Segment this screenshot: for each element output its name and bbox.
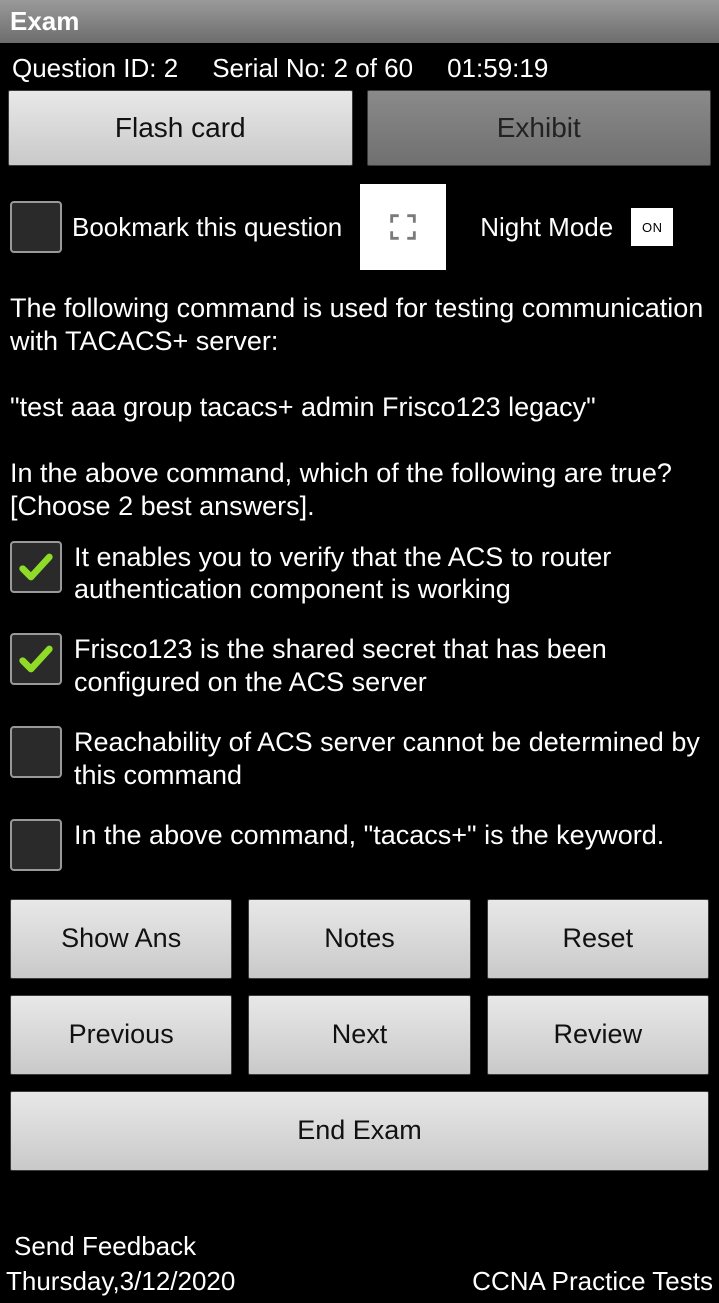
check-icon bbox=[16, 639, 56, 679]
answer-row: In the above command, "tacacs+" is the k… bbox=[10, 819, 709, 871]
answer-row: Reachability of ACS server cannot be det… bbox=[10, 726, 709, 791]
answers-list: It enables you to verify that the ACS to… bbox=[0, 523, 719, 871]
notes-button[interactable]: Notes bbox=[248, 899, 470, 979]
show-ans-button[interactable]: Show Ans bbox=[10, 899, 232, 979]
timer: 01:59:19 bbox=[447, 53, 548, 84]
answer-text: Reachability of ACS server cannot be det… bbox=[74, 726, 709, 791]
question-id: Question ID: 2 bbox=[12, 53, 178, 84]
night-mode-toggle[interactable]: ON bbox=[631, 208, 673, 246]
answer-checkbox[interactable] bbox=[10, 633, 62, 685]
review-button[interactable]: Review bbox=[487, 995, 709, 1075]
action-row-1: Show Ans Notes Reset bbox=[0, 899, 719, 979]
options-row: Bookmark this question Night Mode ON bbox=[0, 166, 719, 270]
fullscreen-button[interactable] bbox=[360, 184, 446, 270]
previous-button[interactable]: Previous bbox=[10, 995, 232, 1075]
next-button[interactable]: Next bbox=[248, 995, 470, 1075]
bookmark-checkbox[interactable] bbox=[10, 201, 62, 253]
bookmark-label: Bookmark this question bbox=[72, 212, 342, 243]
flash-card-button[interactable]: Flash card bbox=[8, 90, 353, 166]
answer-checkbox[interactable] bbox=[10, 819, 62, 871]
meta-row: Question ID: 2 Serial No: 2 of 60 01:59:… bbox=[0, 43, 719, 90]
exhibit-button[interactable]: Exhibit bbox=[367, 90, 712, 166]
send-feedback-link[interactable]: Send Feedback bbox=[4, 1231, 715, 1266]
end-exam-button[interactable]: End Exam bbox=[10, 1091, 709, 1171]
answer-checkbox[interactable] bbox=[10, 541, 62, 593]
answer-text: Frisco123 is the shared secret that has … bbox=[74, 633, 709, 698]
action-row-2: Previous Next Review bbox=[0, 995, 719, 1075]
answer-text: In the above command, "tacacs+" is the k… bbox=[74, 819, 664, 851]
answer-checkbox[interactable] bbox=[10, 726, 62, 778]
night-mode-label: Night Mode bbox=[480, 212, 613, 243]
footer-brand: CCNA Practice Tests bbox=[472, 1266, 713, 1297]
footer: Send Feedback Thursday,3/12/2020 CCNA Pr… bbox=[0, 1231, 719, 1297]
serial-no: Serial No: 2 of 60 bbox=[212, 53, 413, 84]
end-exam-row: End Exam bbox=[0, 1091, 719, 1171]
top-button-row: Flash card Exhibit bbox=[0, 90, 719, 166]
app-title: Exam bbox=[0, 0, 719, 43]
check-icon bbox=[16, 547, 56, 587]
fullscreen-icon bbox=[386, 210, 420, 244]
answer-text: It enables you to verify that the ACS to… bbox=[74, 541, 709, 606]
footer-date: Thursday,3/12/2020 bbox=[6, 1266, 235, 1297]
answer-row: Frisco123 is the shared secret that has … bbox=[10, 633, 709, 698]
answer-row: It enables you to verify that the ACS to… bbox=[10, 541, 709, 606]
question-text: The following command is used for testin… bbox=[0, 270, 719, 523]
reset-button[interactable]: Reset bbox=[487, 899, 709, 979]
